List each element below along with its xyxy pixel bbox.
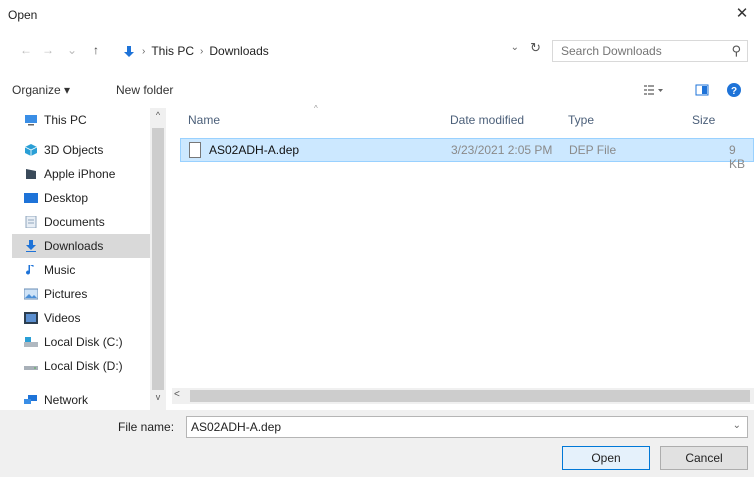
- sidebar-item-label: 3D Objects: [44, 143, 104, 157]
- organize-button[interactable]: Organize ▾: [12, 83, 70, 97]
- pictures-icon: [23, 288, 39, 300]
- download-icon: [24, 240, 38, 252]
- file-name-label: File name:: [118, 420, 175, 434]
- navigation-pane: This PC 3D Objects Apple iPhone Desktop …: [12, 108, 166, 410]
- sidebar-item-videos[interactable]: Videos: [12, 306, 150, 330]
- column-header-name[interactable]: Name: [188, 108, 220, 132]
- close-icon[interactable]: ✕: [732, 5, 752, 25]
- sidebar-item-label: Music: [44, 263, 76, 277]
- forward-arrow-icon[interactable]: →: [40, 42, 56, 58]
- svg-text:?: ?: [731, 86, 737, 97]
- sidebar-item-label: Documents: [44, 215, 105, 229]
- sidebar-scrollbar-thumb[interactable]: [152, 128, 164, 390]
- sidebar-item-downloads[interactable]: Downloads: [12, 234, 150, 258]
- sidebar-item-pictures[interactable]: Pictures: [12, 282, 150, 306]
- open-button[interactable]: Open: [562, 446, 650, 470]
- file-name: AS02ADH-A.dep: [209, 143, 300, 157]
- toolbar: Organize ▾ New folder ?: [0, 80, 754, 102]
- new-folder-button[interactable]: New folder: [116, 83, 173, 97]
- sidebar-item-3d-objects[interactable]: 3D Objects: [12, 138, 150, 162]
- sidebar-item-local-disk-c[interactable]: Local Disk (C:): [12, 330, 150, 354]
- sidebar-item-label: Pictures: [44, 287, 88, 301]
- sidebar-item-label: Local Disk (C:): [44, 335, 123, 349]
- breadcrumb-downloads[interactable]: Downloads: [209, 44, 268, 58]
- column-header-size[interactable]: Size: [692, 108, 715, 132]
- file-row[interactable]: AS02ADH-A.dep 3/23/2021 2:05 PM DEP File…: [180, 138, 754, 171]
- sidebar-item-label: Local Disk (D:): [44, 359, 123, 373]
- chevron-down-icon[interactable]: ⌄: [733, 420, 741, 431]
- cancel-button[interactable]: Cancel: [660, 446, 748, 470]
- file-list: ^ Name Date modified Type Size AS02ADH-A…: [172, 104, 754, 388]
- sidebar-item-label: Apple iPhone: [44, 167, 116, 181]
- address-bar[interactable]: › This PC › Downloads ⌄ ↻: [112, 40, 547, 62]
- up-arrow-icon[interactable]: ↑: [88, 42, 104, 58]
- sidebar-item-label: Network: [44, 393, 89, 407]
- sidebar-item-desktop[interactable]: Desktop: [12, 186, 150, 210]
- sidebar-item-label: Videos: [44, 311, 81, 325]
- recent-locations-icon[interactable]: ⌄: [64, 42, 80, 58]
- sidebar-item-label: Downloads: [44, 239, 104, 253]
- file-icon: [189, 142, 201, 158]
- preview-pane-icon[interactable]: [694, 82, 710, 100]
- phone-icon: [24, 168, 38, 180]
- sidebar-item-network[interactable]: Network: [12, 388, 150, 410]
- search-icon[interactable]: ⚲: [731, 43, 741, 59]
- scroll-left-icon[interactable]: <: [174, 389, 180, 400]
- sidebar-item-local-disk-d[interactable]: Local Disk (D:): [12, 354, 150, 378]
- sidebar-item-label: This PC: [44, 113, 87, 127]
- desktop-icon: [24, 192, 38, 204]
- file-date-modified: 3/23/2021 2:05 PM: [451, 143, 553, 157]
- view-options-icon[interactable]: [642, 82, 664, 100]
- dialog-footer: File name: ⌄ Open Cancel: [0, 410, 754, 477]
- sidebar-item-documents[interactable]: Documents: [12, 210, 150, 234]
- scroll-up-icon[interactable]: ^: [152, 110, 164, 120]
- pc-icon: [24, 114, 38, 126]
- chevron-down-icon[interactable]: ⌄: [511, 42, 519, 53]
- download-icon: [122, 45, 136, 57]
- chevron-right-icon: ›: [142, 45, 146, 57]
- cube-icon: [24, 144, 38, 156]
- address-row: ← → ⌄ ↑ › This PC › Downloads ⌄ ↻ ⚲: [0, 38, 754, 64]
- help-icon[interactable]: ?: [726, 82, 742, 100]
- sort-ascending-icon: ^: [314, 104, 318, 113]
- drive-icon: [24, 336, 38, 348]
- column-header-date-modified[interactable]: Date modified: [450, 108, 524, 132]
- sidebar-item-music[interactable]: Music: [12, 258, 150, 282]
- search-box[interactable]: ⚲: [552, 40, 748, 62]
- sidebar-item-apple-iphone[interactable]: Apple iPhone: [12, 162, 150, 186]
- refresh-icon[interactable]: ↻: [530, 40, 541, 56]
- scroll-down-icon[interactable]: v: [152, 392, 164, 402]
- drive-icon: [24, 360, 38, 372]
- network-icon: [24, 394, 38, 406]
- back-arrow-icon[interactable]: ←: [18, 42, 34, 58]
- documents-icon: [24, 215, 38, 229]
- breadcrumb-this-pc[interactable]: This PC: [151, 44, 194, 58]
- horizontal-scrollbar[interactable]: <: [172, 388, 754, 404]
- file-type: DEP File: [569, 143, 617, 157]
- file-size: 9 KB: [729, 143, 746, 171]
- file-name-combobox[interactable]: ⌄: [186, 416, 748, 438]
- title-bar: Open ✕: [0, 0, 754, 30]
- music-icon: [24, 264, 38, 276]
- sidebar-item-label: Desktop: [44, 191, 89, 205]
- window-title: Open: [8, 8, 38, 22]
- videos-icon: [24, 312, 38, 324]
- chevron-right-icon[interactable]: ›: [200, 46, 203, 57]
- horizontal-scrollbar-thumb[interactable]: [190, 390, 750, 402]
- sidebar-item-this-pc[interactable]: This PC: [12, 108, 150, 132]
- search-input[interactable]: [553, 41, 713, 61]
- column-header-type[interactable]: Type: [568, 108, 594, 132]
- file-name-field[interactable]: [187, 417, 717, 437]
